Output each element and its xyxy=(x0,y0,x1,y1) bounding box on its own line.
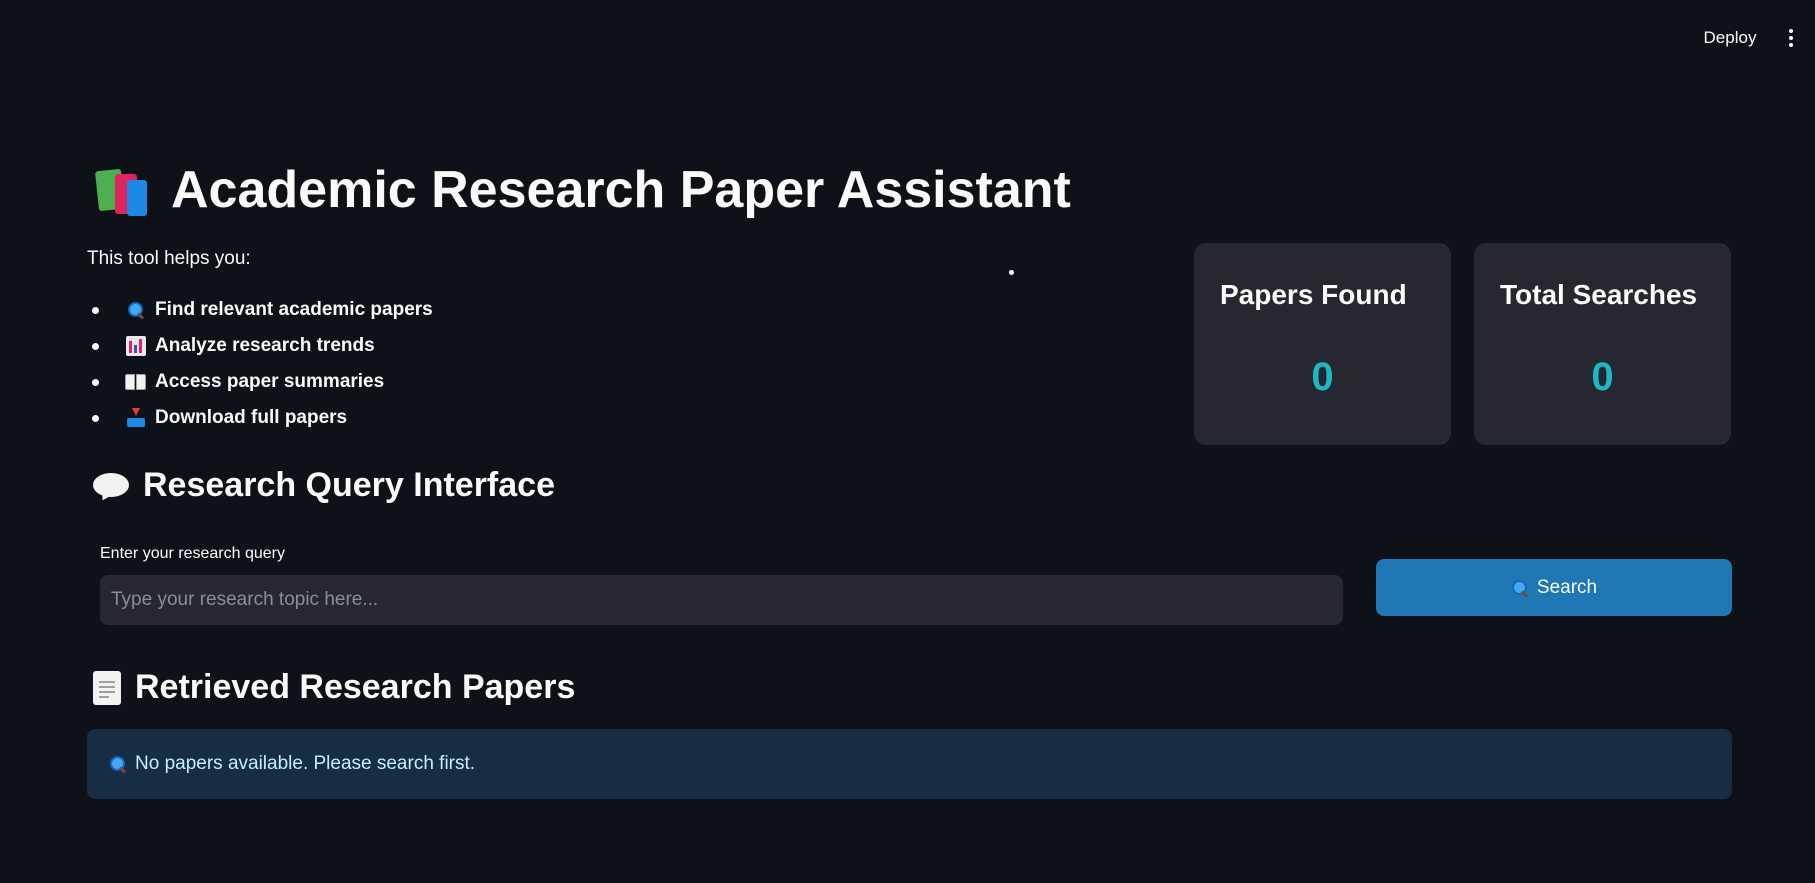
research-query-input[interactable] xyxy=(100,575,1343,625)
metric-value: 0 xyxy=(1311,355,1334,399)
speech-bubble-icon xyxy=(93,471,129,503)
metric-label: Total Searches xyxy=(1500,279,1698,310)
deploy-button[interactable]: Deploy xyxy=(1690,22,1770,54)
search-button[interactable]: Search xyxy=(1376,559,1732,616)
feature-label: Access paper summaries xyxy=(155,371,385,392)
magnifier-icon xyxy=(109,755,127,774)
list-item: Access paper summaries xyxy=(87,364,433,400)
feature-label: Find relevant academic papers xyxy=(155,299,433,320)
results-section-title: Retrieved Research Papers xyxy=(135,668,576,706)
metric-card-total-searches: Total Searches 0 xyxy=(1474,243,1731,445)
decorative-dot xyxy=(1009,270,1014,275)
list-item: Download full papers xyxy=(87,400,433,436)
inbox-tray-icon xyxy=(125,407,147,429)
intro-text: This tool helps you: xyxy=(87,248,251,269)
bullet xyxy=(92,306,99,314)
feature-label: Download full papers xyxy=(155,407,348,428)
vertical-dots-icon xyxy=(1789,29,1793,33)
search-button-label: Search xyxy=(1536,576,1598,598)
metric-value: 0 xyxy=(1591,355,1614,399)
results-section-heading: Retrieved Research Papers xyxy=(93,668,575,707)
query-input-label: Enter your research query xyxy=(100,545,285,562)
empty-results-alert: No papers available. Please search first… xyxy=(87,729,1732,799)
magnifier-icon xyxy=(125,299,147,321)
page-title-text: Academic Research Paper Assistant xyxy=(171,161,1071,219)
feature-label: Analyze research trends xyxy=(155,335,375,356)
list-item: Find relevant academic papers xyxy=(87,292,433,328)
empty-results-message: No papers available. Please search first… xyxy=(135,753,476,774)
main-menu-button[interactable] xyxy=(1780,24,1802,52)
open-book-icon xyxy=(125,371,147,393)
books-icon xyxy=(93,162,153,218)
feature-list: Find relevant academic papers Analyze re… xyxy=(87,292,433,436)
bullet xyxy=(92,342,99,350)
metric-card-papers-found: Papers Found 0 xyxy=(1194,243,1451,445)
bar-chart-icon xyxy=(125,335,147,357)
query-section-title: Research Query Interface xyxy=(143,466,555,504)
page-title: Academic Research Paper Assistant xyxy=(93,160,1071,220)
list-item: Analyze research trends xyxy=(87,328,433,364)
magnifier-icon xyxy=(1511,579,1529,598)
top-toolbar: Deploy xyxy=(0,0,1815,70)
query-section-heading: Research Query Interface xyxy=(93,466,555,505)
bullet xyxy=(92,378,99,386)
metric-label: Papers Found xyxy=(1220,279,1407,310)
bullet xyxy=(92,414,99,422)
page-icon xyxy=(93,670,121,705)
